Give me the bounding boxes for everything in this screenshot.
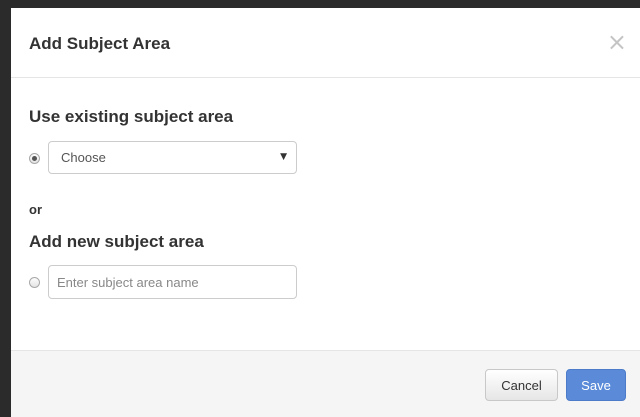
new-subject-area-radio[interactable] — [29, 277, 40, 288]
dialog-footer: Cancel Save — [11, 350, 640, 417]
subject-area-select-value: Choose — [61, 150, 106, 165]
dialog-header: Add Subject Area × — [11, 8, 640, 78]
add-subject-area-dialog: Add Subject Area × Use existing subject … — [11, 8, 640, 417]
subject-area-name-input[interactable] — [48, 265, 297, 299]
save-button[interactable]: Save — [566, 369, 626, 401]
cancel-button[interactable]: Cancel — [485, 369, 558, 401]
existing-subject-area-radio[interactable] — [29, 153, 40, 164]
new-subject-area-heading: Add new subject area — [29, 232, 204, 251]
dialog-title: Add Subject Area — [29, 34, 171, 53]
or-separator: or — [29, 202, 42, 217]
existing-subject-area-heading: Use existing subject area — [29, 107, 234, 126]
chevron-down-icon: ▼ — [280, 152, 287, 162]
close-icon[interactable]: × — [607, 30, 627, 54]
subject-area-select[interactable]: Choose ▼ — [48, 141, 297, 174]
